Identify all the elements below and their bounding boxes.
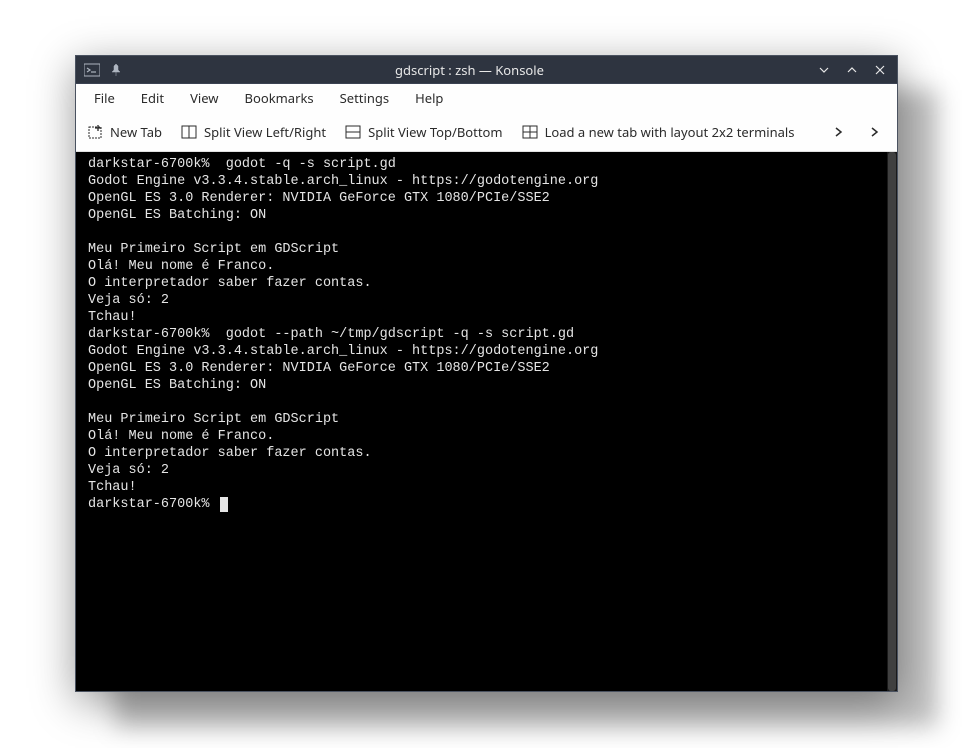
scrollbar-thumb[interactable] (888, 152, 896, 691)
terminal-line: O interpretador saber fazer contas. (88, 275, 875, 292)
terminal-line: darkstar-6700k% godot --path ~/tmp/gdscr… (88, 326, 875, 343)
terminal-line: OpenGL ES Batching: ON (88, 377, 875, 394)
window-title: gdscript : zsh — Konsole (124, 61, 815, 79)
cursor (220, 497, 228, 512)
menu-bookmarks[interactable]: Bookmarks (233, 85, 326, 111)
terminal-prompt-icon (84, 62, 100, 78)
menu-help[interactable]: Help (403, 85, 455, 111)
titlebar[interactable]: gdscript : zsh — Konsole (76, 56, 897, 84)
chevron-right-icon[interactable] (865, 123, 883, 141)
toolbar: New Tab Split View Left/Right Split View… (76, 112, 897, 152)
split-lr-label: Split View Left/Right (204, 123, 326, 141)
new-tab-icon (86, 123, 104, 141)
layout-grid-icon (521, 123, 539, 141)
maximize-button[interactable] (843, 61, 861, 79)
terminal-line: Godot Engine v3.3.4.stable.arch_linux - … (88, 173, 875, 190)
scrollbar[interactable] (887, 152, 897, 691)
chevron-right-icon[interactable] (829, 123, 847, 141)
terminal-line: Veja só: 2 (88, 292, 875, 309)
split-tb-button[interactable]: Split View Top/Bottom (342, 119, 504, 145)
terminal-line: O interpretador saber fazer contas. (88, 445, 875, 462)
load-layout-button[interactable]: Load a new tab with layout 2x2 terminals (519, 119, 797, 145)
terminal-line: OpenGL ES Batching: ON (88, 207, 875, 224)
close-button[interactable] (871, 61, 889, 79)
terminal-line: OpenGL ES 3.0 Renderer: NVIDIA GeForce G… (88, 360, 875, 377)
terminal-line: Veja só: 2 (88, 462, 875, 479)
terminal-line (88, 224, 875, 241)
terminal-area[interactable]: darkstar-6700k% godot -q -s script.gdGod… (76, 152, 897, 691)
split-tb-icon (344, 123, 362, 141)
pin-icon[interactable] (108, 62, 124, 78)
minimize-button[interactable] (815, 61, 833, 79)
terminal-line: Meu Primeiro Script em GDScript (88, 411, 875, 428)
terminal-line: Meu Primeiro Script em GDScript (88, 241, 875, 258)
menu-view[interactable]: View (178, 85, 230, 111)
terminal-line: Olá! Meu nome é Franco. (88, 258, 875, 275)
terminal-line: Olá! Meu nome é Franco. (88, 428, 875, 445)
terminal-line: OpenGL ES 3.0 Renderer: NVIDIA GeForce G… (88, 190, 875, 207)
terminal-prompt-line[interactable]: darkstar-6700k% (88, 496, 875, 513)
terminal-line: darkstar-6700k% godot -q -s script.gd (88, 156, 875, 173)
terminal-line (88, 394, 875, 411)
load-layout-label: Load a new tab with layout 2x2 terminals (545, 123, 795, 141)
split-lr-icon (180, 123, 198, 141)
terminal-line: Tchau! (88, 479, 875, 496)
menu-edit[interactable]: Edit (129, 85, 176, 111)
menubar: File Edit View Bookmarks Settings Help (76, 84, 897, 112)
menu-settings[interactable]: Settings (328, 85, 401, 111)
split-tb-label: Split View Top/Bottom (368, 123, 502, 141)
new-tab-button[interactable]: New Tab (84, 119, 164, 145)
terminal-output[interactable]: darkstar-6700k% godot -q -s script.gdGod… (76, 152, 887, 691)
new-tab-label: New Tab (110, 123, 162, 141)
konsole-window: gdscript : zsh — Konsole File Edit View (75, 55, 898, 692)
split-lr-button[interactable]: Split View Left/Right (178, 119, 328, 145)
menu-file[interactable]: File (82, 85, 127, 111)
terminal-line: Tchau! (88, 309, 875, 326)
terminal-line: Godot Engine v3.3.4.stable.arch_linux - … (88, 343, 875, 360)
